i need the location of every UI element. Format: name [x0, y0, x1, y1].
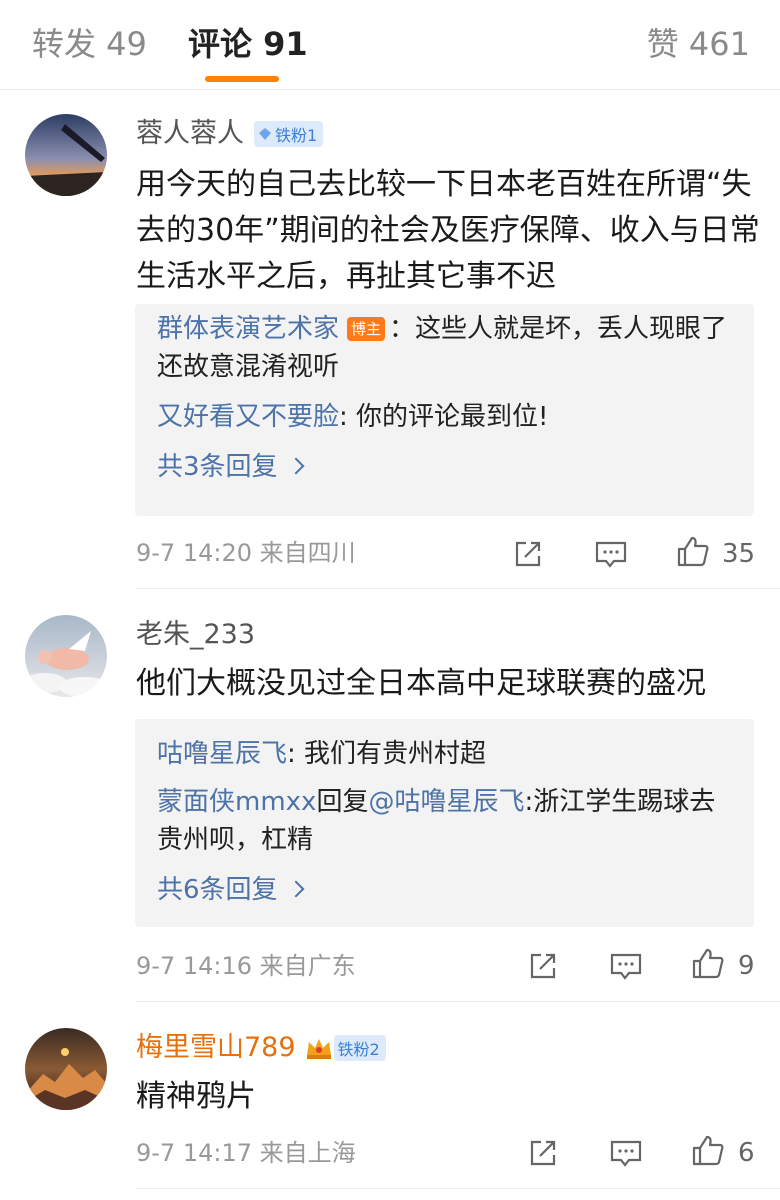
- divider: [136, 588, 780, 589]
- comment-item: 梅里雪山789 铁粉2 精神鸦片 9-7 14:17 来自上海 6: [0, 1028, 780, 1200]
- reply-author[interactable]: 蒙面侠mmxx: [157, 787, 316, 817]
- reply-text: : 你的评论最到位!: [339, 402, 549, 432]
- active-tab-indicator: [205, 76, 279, 82]
- divider: [136, 1188, 780, 1189]
- comment-icon: [610, 1140, 642, 1167]
- share-button[interactable]: [510, 536, 546, 572]
- reply-item: 咕噜星辰飞: 我们有贵州村超: [157, 735, 737, 773]
- author-tag: 博主: [347, 317, 386, 341]
- reply-button[interactable]: [593, 536, 629, 572]
- comment-icon: [610, 953, 642, 980]
- sunset-plane-avatar-icon: [25, 114, 107, 196]
- like-icon: [692, 1135, 724, 1166]
- username-row: 梅里雪山789 铁粉2: [136, 1028, 386, 1068]
- more-replies-label: 共3条回复: [157, 452, 278, 482]
- comment-item: 蓉人蓉人 铁粉1 用今天的自己去比较一下日本老百姓在所谓“失去的30年”期间的社…: [0, 114, 780, 594]
- avatar[interactable]: [25, 615, 107, 697]
- username-row: 老朱_233: [136, 615, 255, 655]
- comment-text: 精神鸦片: [136, 1079, 256, 1114]
- like-button[interactable]: [690, 946, 726, 982]
- reply-author[interactable]: 咕噜星辰飞: [157, 739, 287, 769]
- tab-reposts[interactable]: 转发 49: [32, 24, 147, 64]
- avatar[interactable]: [25, 114, 107, 196]
- reply-author[interactable]: 又好看又不要脸: [157, 402, 339, 432]
- avatar[interactable]: [25, 1028, 107, 1110]
- like-count: 6: [738, 1138, 755, 1168]
- mentioned-user[interactable]: @咕噜星辰飞: [368, 787, 524, 817]
- replies-box[interactable]: 咕噜星辰飞: 我们有贵州村超 蒙面侠mmxx回复@咕噜星辰飞:浙江学生踢球去贵州…: [135, 719, 754, 927]
- flying-pig-avatar-icon: [25, 615, 107, 697]
- reply-item: 群体表演艺术家 博主 ：这些人就是坏，丢人现眼了还故意混淆视听: [157, 310, 737, 386]
- reply-text: : 我们有贵州村超: [287, 739, 487, 769]
- share-button[interactable]: [525, 1135, 561, 1171]
- username[interactable]: 老朱_233: [136, 615, 255, 655]
- share-icon: [530, 1140, 556, 1166]
- reply-item: 又好看又不要脸: 你的评论最到位!: [157, 398, 737, 436]
- chevron-right-icon: [287, 457, 305, 475]
- comment-meta: 9-7 14:20 来自四川: [136, 539, 356, 567]
- like-count: 35: [722, 539, 756, 569]
- crown-icon: [306, 1039, 331, 1059]
- reply-button[interactable]: [608, 948, 644, 984]
- divider: [136, 1001, 780, 1002]
- tab-comments[interactable]: 评论 91: [188, 24, 308, 64]
- like-count: 9: [738, 951, 755, 981]
- comment-tabs: 转发 49 评论 91 赞 461: [0, 0, 780, 90]
- fan-badge-label: 铁粉2: [337, 1040, 380, 1059]
- username-row: 蓉人蓉人 铁粉1: [136, 114, 324, 154]
- more-replies-link[interactable]: 共6条回复: [157, 873, 305, 907]
- fan-badge[interactable]: 铁粉1: [254, 121, 324, 147]
- like-button[interactable]: [690, 1133, 726, 1169]
- like-icon: [692, 948, 724, 979]
- fan-badge[interactable]: 铁粉2: [333, 1035, 386, 1061]
- more-replies-link[interactable]: 共3条回复: [157, 450, 305, 484]
- snow-mountain-avatar-icon: [25, 1028, 107, 1110]
- fan-badge-label: 铁粉1: [275, 126, 318, 145]
- like-button[interactable]: [675, 534, 711, 570]
- comment-text: 用今天的自己去比较一下日本老百姓在所谓“失去的30年”期间的社会及医疗保障、收入…: [136, 167, 760, 294]
- comment-text: 他们大概没见过全日本高中足球联赛的盛况: [136, 666, 706, 701]
- reply-item: 蒙面侠mmxx回复@咕噜星辰飞:浙江学生踢球去贵州呗，杠精: [157, 783, 737, 859]
- more-replies-label: 共6条回复: [157, 875, 278, 905]
- reply-mid: 回复: [316, 787, 369, 817]
- diamond-icon: [259, 128, 271, 140]
- comment-meta: 9-7 14:17 来自上海: [136, 1139, 356, 1167]
- comment-item: 老朱_233 他们大概没见过全日本高中足球联赛的盛况 咕噜星辰飞: 我们有贵州村…: [0, 615, 780, 1010]
- replies-box[interactable]: 群体表演艺术家 博主 ：这些人就是坏，丢人现眼了还故意混淆视听 又好看又不要脸: 你…: [135, 304, 754, 516]
- share-button[interactable]: [525, 948, 561, 984]
- comment-meta: 9-7 14:16 来自广东: [136, 952, 356, 980]
- tab-likes[interactable]: 赞 461: [647, 24, 750, 64]
- chevron-right-icon: [287, 880, 305, 898]
- share-icon: [515, 541, 541, 567]
- share-icon: [530, 953, 556, 979]
- like-icon: [677, 536, 709, 567]
- reply-button[interactable]: [608, 1135, 644, 1171]
- username[interactable]: 蓉人蓉人: [136, 114, 244, 154]
- reply-author[interactable]: 群体表演艺术家: [157, 314, 339, 344]
- comment-icon: [595, 541, 627, 568]
- username[interactable]: 梅里雪山789: [136, 1028, 296, 1068]
